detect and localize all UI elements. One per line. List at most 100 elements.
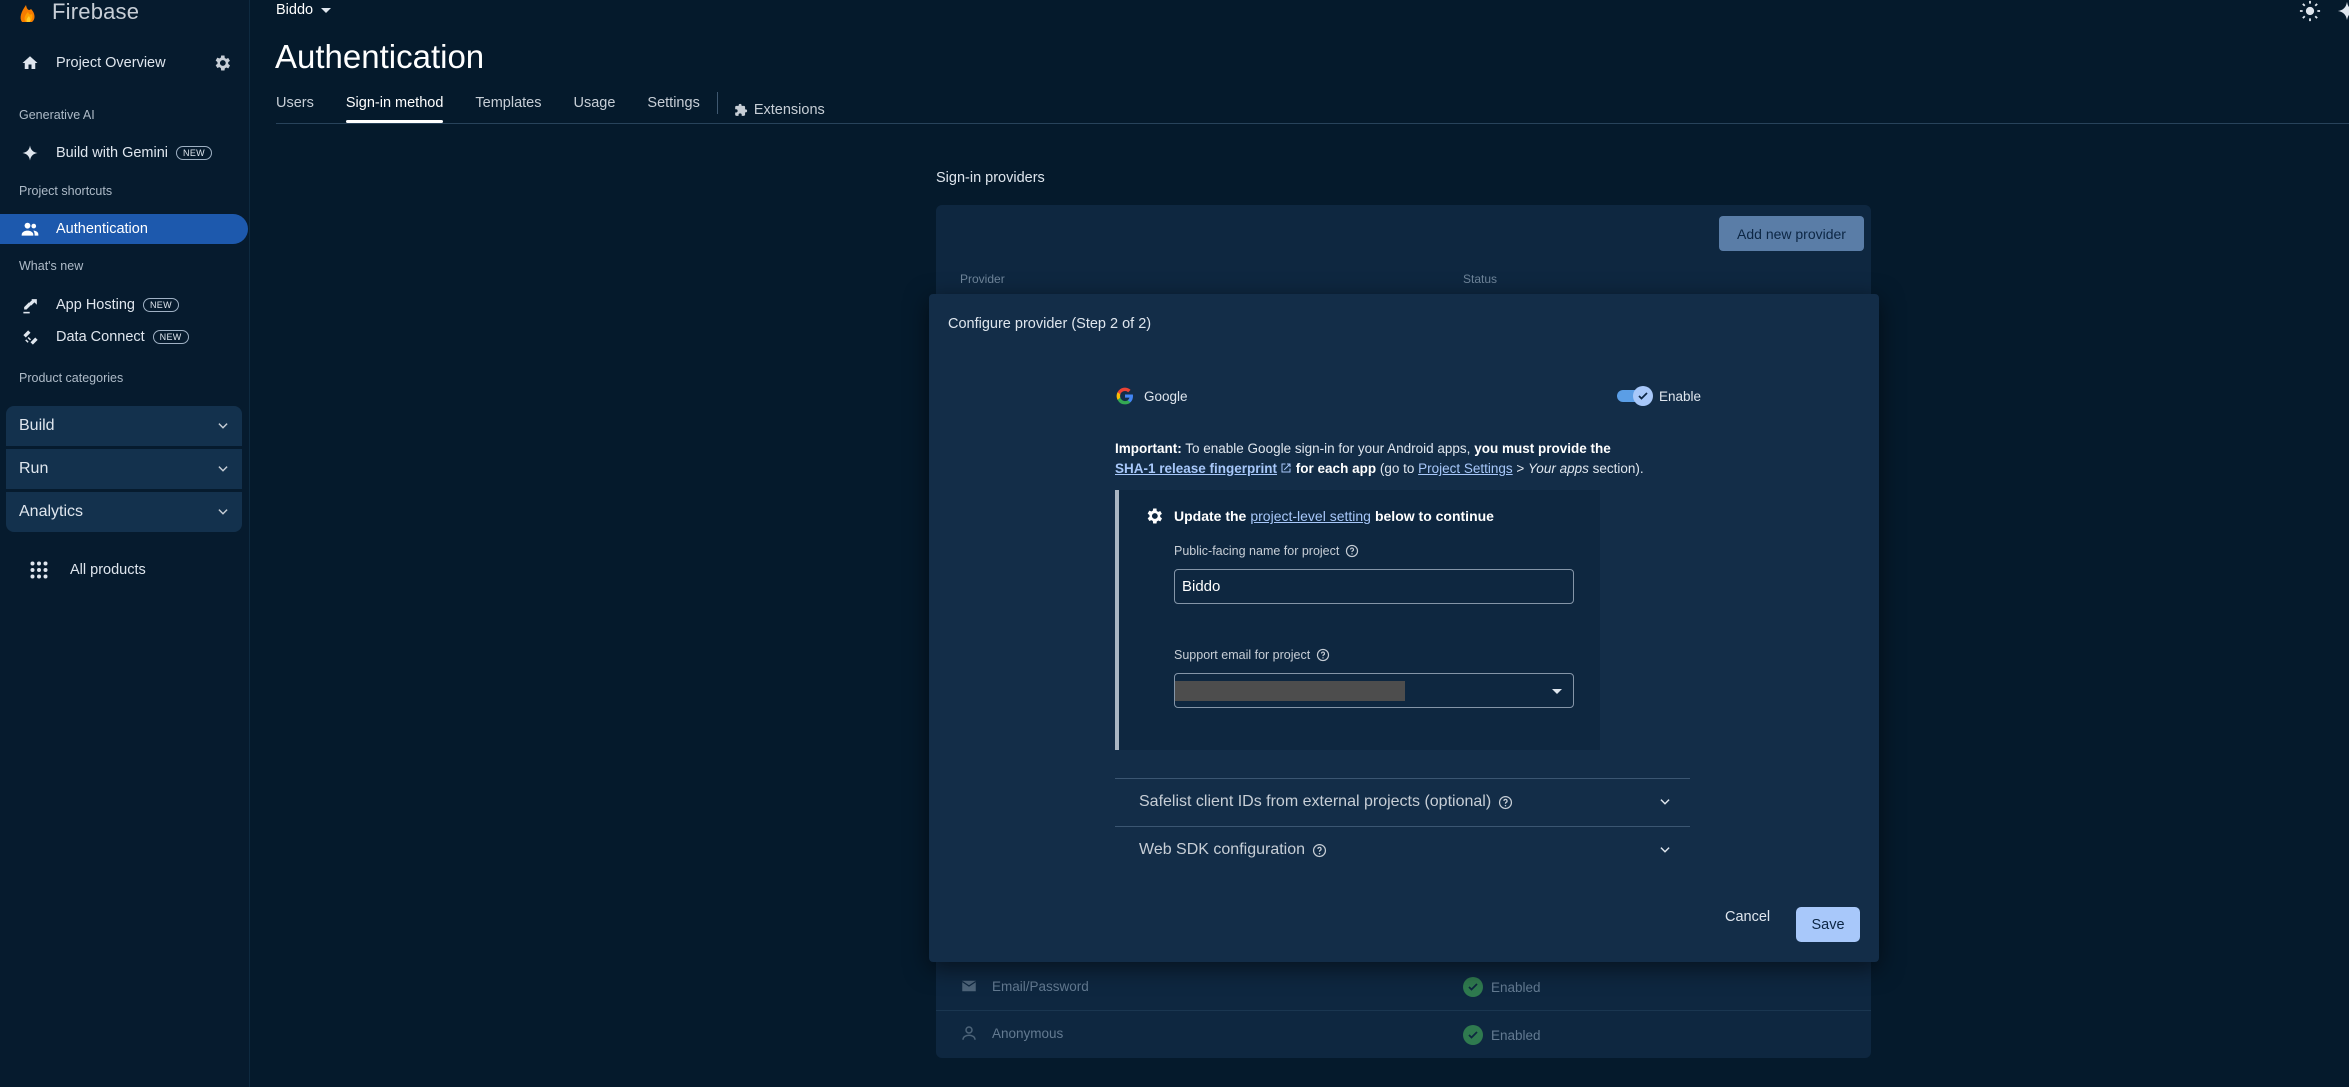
important-text: (go to xyxy=(1376,461,1419,476)
app-hosting-icon xyxy=(20,295,40,315)
grid-icon xyxy=(30,561,48,579)
help-icon[interactable] xyxy=(1498,795,1513,810)
tab-extensions[interactable]: Extensions xyxy=(734,95,825,125)
chevron-down-icon xyxy=(218,509,228,515)
important-notice: Important: To enable Google sign-in for … xyxy=(1115,439,1705,479)
external-link-icon xyxy=(1281,463,1291,473)
safelist-label: Safelist client IDs from external projec… xyxy=(1139,793,1513,811)
tab-templates[interactable]: Templates xyxy=(475,95,541,125)
web-sdk-label: Web SDK configuration xyxy=(1139,841,1327,859)
section-project-shortcuts: Project shortcuts xyxy=(19,184,113,198)
important-bold: for each app xyxy=(1292,461,1377,476)
important-text: To enable Google sign-in for your Androi… xyxy=(1181,441,1475,456)
help-icon[interactable] xyxy=(1312,843,1327,858)
new-badge: NEW xyxy=(143,298,179,312)
sidebar: Firebase Project Overview Generative AI … xyxy=(0,0,250,1087)
category-run-label: Run xyxy=(19,460,49,477)
support-email-label-text: Support email for project xyxy=(1174,648,1311,662)
all-products-link[interactable]: All products xyxy=(30,561,146,579)
authentication-label: Authentication xyxy=(56,221,148,237)
cancel-button[interactable]: Cancel xyxy=(1725,909,1770,925)
sidebar-item-build-with-gemini[interactable]: Build with Gemini NEW xyxy=(0,143,250,163)
category-analytics[interactable]: Analytics xyxy=(6,492,242,532)
sun-icon[interactable] xyxy=(2299,0,2321,22)
category-build[interactable]: Build xyxy=(6,406,242,446)
project-selector[interactable]: Biddo xyxy=(276,2,332,18)
check-circle-icon xyxy=(1463,977,1483,997)
tab-divider xyxy=(716,92,718,114)
important-italic: Your apps xyxy=(1528,461,1589,476)
web-sdk-configuration-expander[interactable]: Web SDK configuration xyxy=(1115,826,1690,873)
people-icon xyxy=(20,219,40,239)
row-divider xyxy=(936,1010,1871,1011)
all-products-label: All products xyxy=(70,562,146,578)
project-settings-link[interactable]: Project Settings xyxy=(1418,461,1513,476)
new-badge: NEW xyxy=(152,330,189,344)
sha1-fingerprint-link[interactable]: SHA-1 release fingerprint xyxy=(1115,461,1277,476)
public-name-label: Public-facing name for project xyxy=(1174,544,1359,558)
new-badge: NEW xyxy=(176,146,212,160)
help-icon[interactable] xyxy=(1345,544,1359,558)
sidebar-item-authentication[interactable]: Authentication xyxy=(0,214,248,244)
gear-icon xyxy=(1147,508,1162,524)
provider-status: Enabled xyxy=(1463,977,1541,997)
provider-status-label: Enabled xyxy=(1491,979,1541,995)
check-icon xyxy=(1632,386,1653,406)
sign-in-providers-title: Sign-in providers xyxy=(936,170,1045,186)
gear-icon[interactable] xyxy=(212,53,232,73)
redacted-email xyxy=(1175,681,1405,701)
provider-row-email-password[interactable]: Email/Password xyxy=(960,977,1089,995)
mail-icon xyxy=(961,980,977,992)
caret-down-icon xyxy=(1552,689,1562,694)
tab-users[interactable]: Users xyxy=(276,95,314,125)
support-email-select[interactable] xyxy=(1174,673,1574,708)
category-run[interactable]: Run xyxy=(6,449,242,489)
update-heading: Update the project-level setting below t… xyxy=(1144,506,1494,526)
provider-identity: Google xyxy=(1115,386,1188,406)
help-icon[interactable] xyxy=(1316,648,1330,662)
sparkle-icon xyxy=(20,143,40,163)
tab-usage[interactable]: Usage xyxy=(574,95,616,125)
app-hosting-label: App Hosting xyxy=(56,297,135,313)
section-whats-new: What's new xyxy=(19,259,84,273)
tab-settings[interactable]: Settings xyxy=(647,95,699,125)
important-bold: you must provide the xyxy=(1474,441,1611,456)
column-status: Status xyxy=(1463,272,1498,286)
public-name-input[interactable]: Biddo xyxy=(1174,569,1574,604)
puzzle-icon xyxy=(734,103,747,116)
data-connect-label: Data Connect xyxy=(56,329,145,345)
provider-status: Enabled xyxy=(1463,1025,1541,1045)
project-level-setting-link[interactable]: project-level setting xyxy=(1250,508,1371,524)
chevron-down-icon xyxy=(1660,799,1670,805)
public-name-label-text: Public-facing name for project xyxy=(1174,544,1340,558)
provider-row-anonymous[interactable]: Anonymous xyxy=(960,1024,1063,1042)
project-level-settings-box: Update the project-level setting below t… xyxy=(1115,490,1600,750)
web-sdk-label-text: Web SDK configuration xyxy=(1139,841,1306,858)
chevron-down-icon xyxy=(218,466,228,472)
configure-provider-dialog: Configure provider (Step 2 of 2) Google … xyxy=(929,294,1879,962)
firebase-brand[interactable]: Firebase xyxy=(18,0,139,24)
important-lead: Important: xyxy=(1115,441,1182,456)
provider-name-label: Google xyxy=(1144,388,1188,404)
safelist-client-ids-expander[interactable]: Safelist client IDs from external projec… xyxy=(1115,778,1690,825)
save-button[interactable]: Save xyxy=(1796,907,1860,942)
category-analytics-label: Analytics xyxy=(19,503,84,520)
provider-header: Google Enable xyxy=(1115,384,1701,408)
page-title: Authentication xyxy=(275,38,485,75)
tab-sign-in-method[interactable]: Sign-in method xyxy=(345,95,443,125)
sidebar-item-app-hosting[interactable]: App Hosting NEW xyxy=(0,295,250,315)
sidebar-item-data-connect[interactable]: Data Connect NEW xyxy=(0,327,250,347)
check-circle-icon xyxy=(1463,1025,1483,1045)
toggle-switch[interactable] xyxy=(1616,386,1653,406)
home-icon xyxy=(20,53,40,73)
tabs-divider xyxy=(276,123,2349,124)
enable-toggle[interactable]: Enable xyxy=(1616,386,1701,406)
chevron-down-icon xyxy=(218,423,228,429)
google-logo-icon xyxy=(1116,387,1133,405)
chevron-down-icon xyxy=(1660,847,1670,853)
data-connect-icon xyxy=(20,327,40,347)
add-new-provider-button[interactable]: Add new provider xyxy=(1719,216,1864,251)
sparkle-icon[interactable] xyxy=(2336,0,2349,22)
caret-down-icon xyxy=(321,7,332,13)
section-generative-ai: Generative AI xyxy=(19,108,95,122)
